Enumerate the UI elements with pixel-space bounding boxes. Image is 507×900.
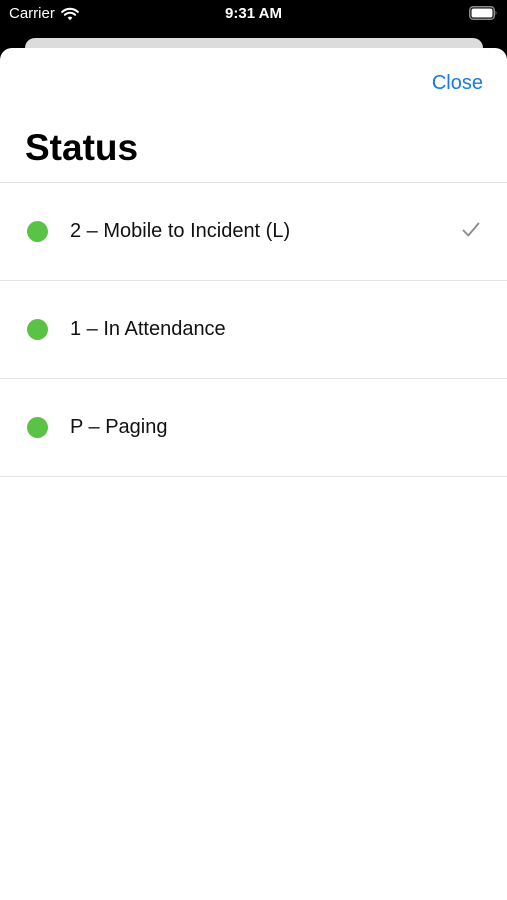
list-item-label: P – Paging [70,416,168,438]
list-item-in-attendance[interactable]: 1 – In Attendance [0,281,507,379]
status-dot [27,221,48,242]
checkmark-icon [462,222,480,237]
close-button[interactable]: Close [432,70,483,96]
page-title: Status [25,127,139,168]
list-item-label: 1 – In Attendance [70,318,226,340]
list-item-paging[interactable]: P – Paging [0,379,507,477]
list-item-mobile-to-incident[interactable]: 2 – Mobile to Incident (L) [0,183,507,281]
status-list: 2 – Mobile to Incident (L) 1 – In Attend… [0,182,507,477]
status-dot [27,319,48,340]
status-bar: Carrier 9:31 AM [0,0,507,30]
status-dot [27,417,48,438]
status-time: 9:31 AM [225,5,282,22]
battery-icon [469,6,497,20]
status-sheet: Close Status 2 – Mobile to Incident (L) … [0,48,507,900]
list-item-label: 2 – Mobile to Incident (L) [70,220,291,242]
